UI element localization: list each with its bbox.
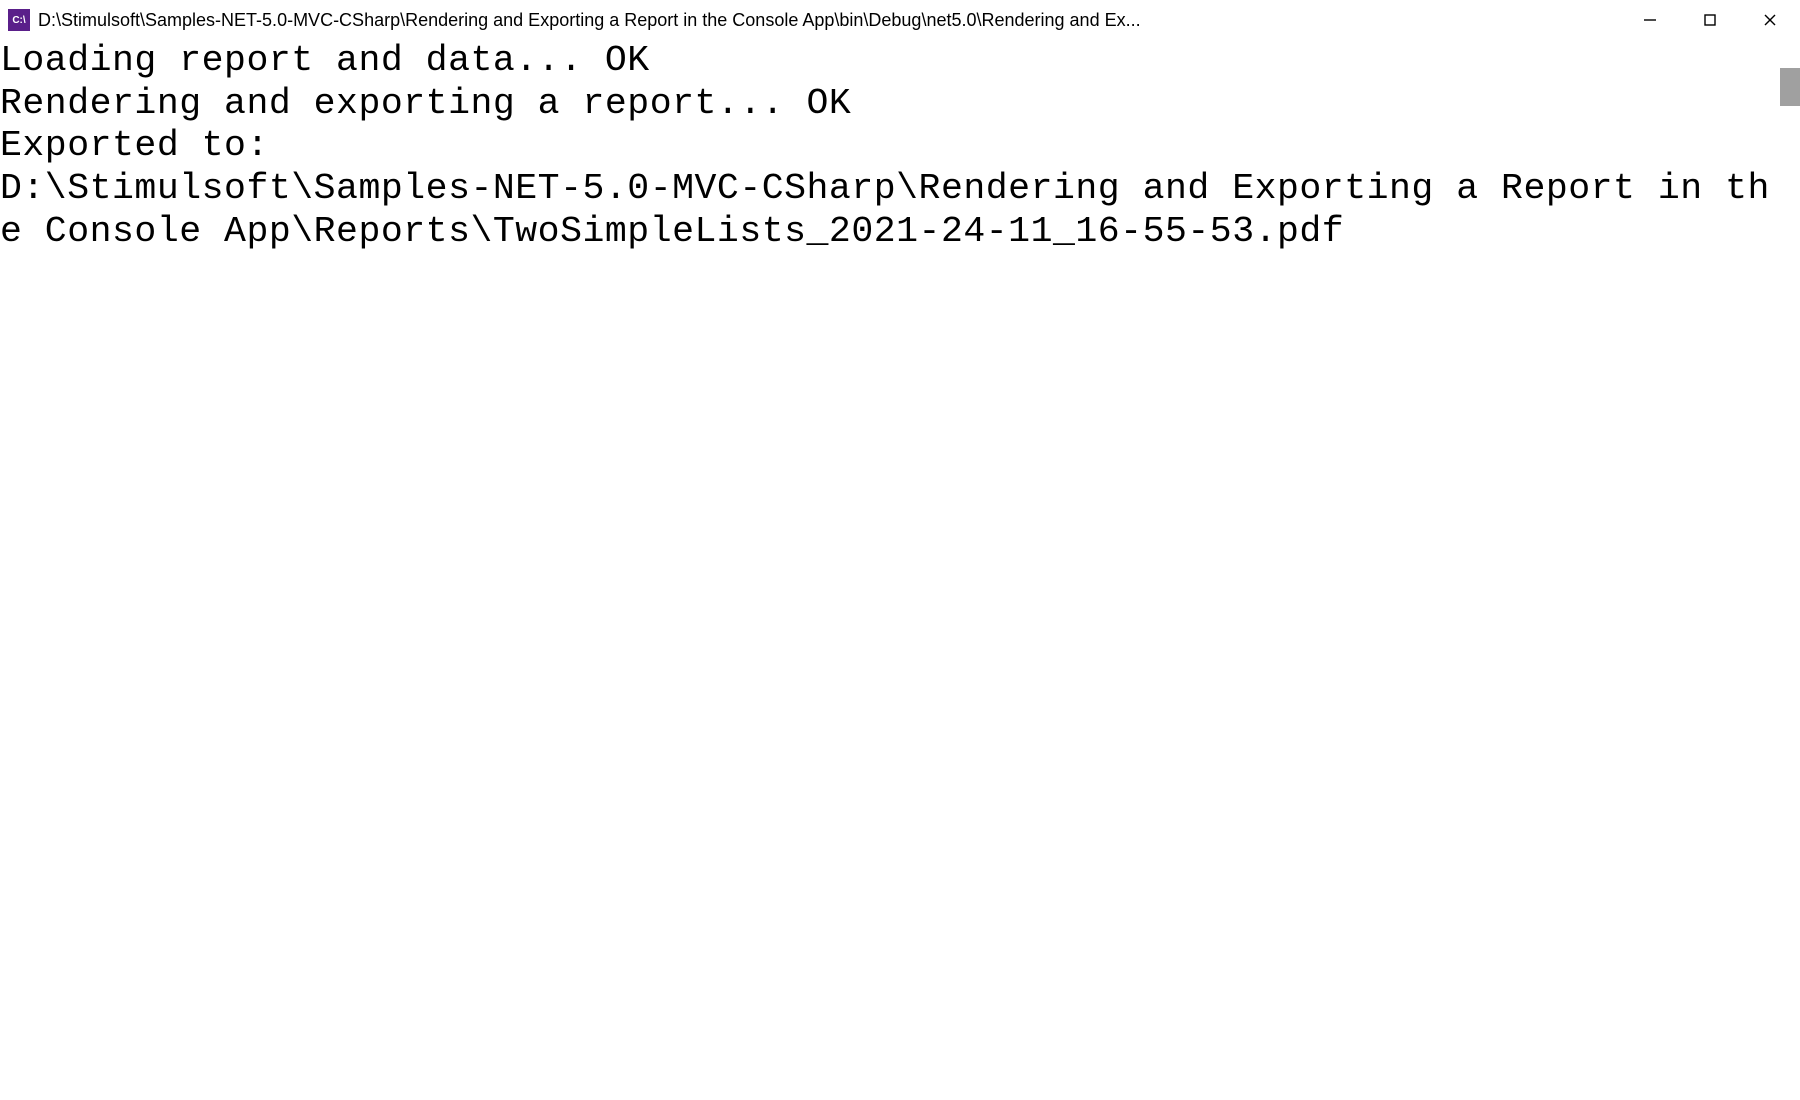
- maximize-icon: [1703, 13, 1717, 27]
- close-button[interactable]: [1740, 0, 1800, 40]
- window-controls: [1620, 0, 1800, 40]
- maximize-button[interactable]: [1680, 0, 1740, 40]
- titlebar[interactable]: C:\ D:\Stimulsoft\Samples-NET-5.0-MVC-CS…: [0, 0, 1800, 40]
- minimize-icon: [1643, 13, 1657, 27]
- console-app-icon: C:\: [8, 9, 30, 31]
- close-icon: [1763, 13, 1777, 27]
- console-area: Loading report and data... OK Rendering …: [0, 40, 1800, 1100]
- console-output: Loading report and data... OK Rendering …: [0, 40, 1800, 254]
- window-title: D:\Stimulsoft\Samples-NET-5.0-MVC-CSharp…: [38, 10, 1620, 31]
- minimize-button[interactable]: [1620, 0, 1680, 40]
- scrollbar-thumb[interactable]: [1780, 68, 1800, 106]
